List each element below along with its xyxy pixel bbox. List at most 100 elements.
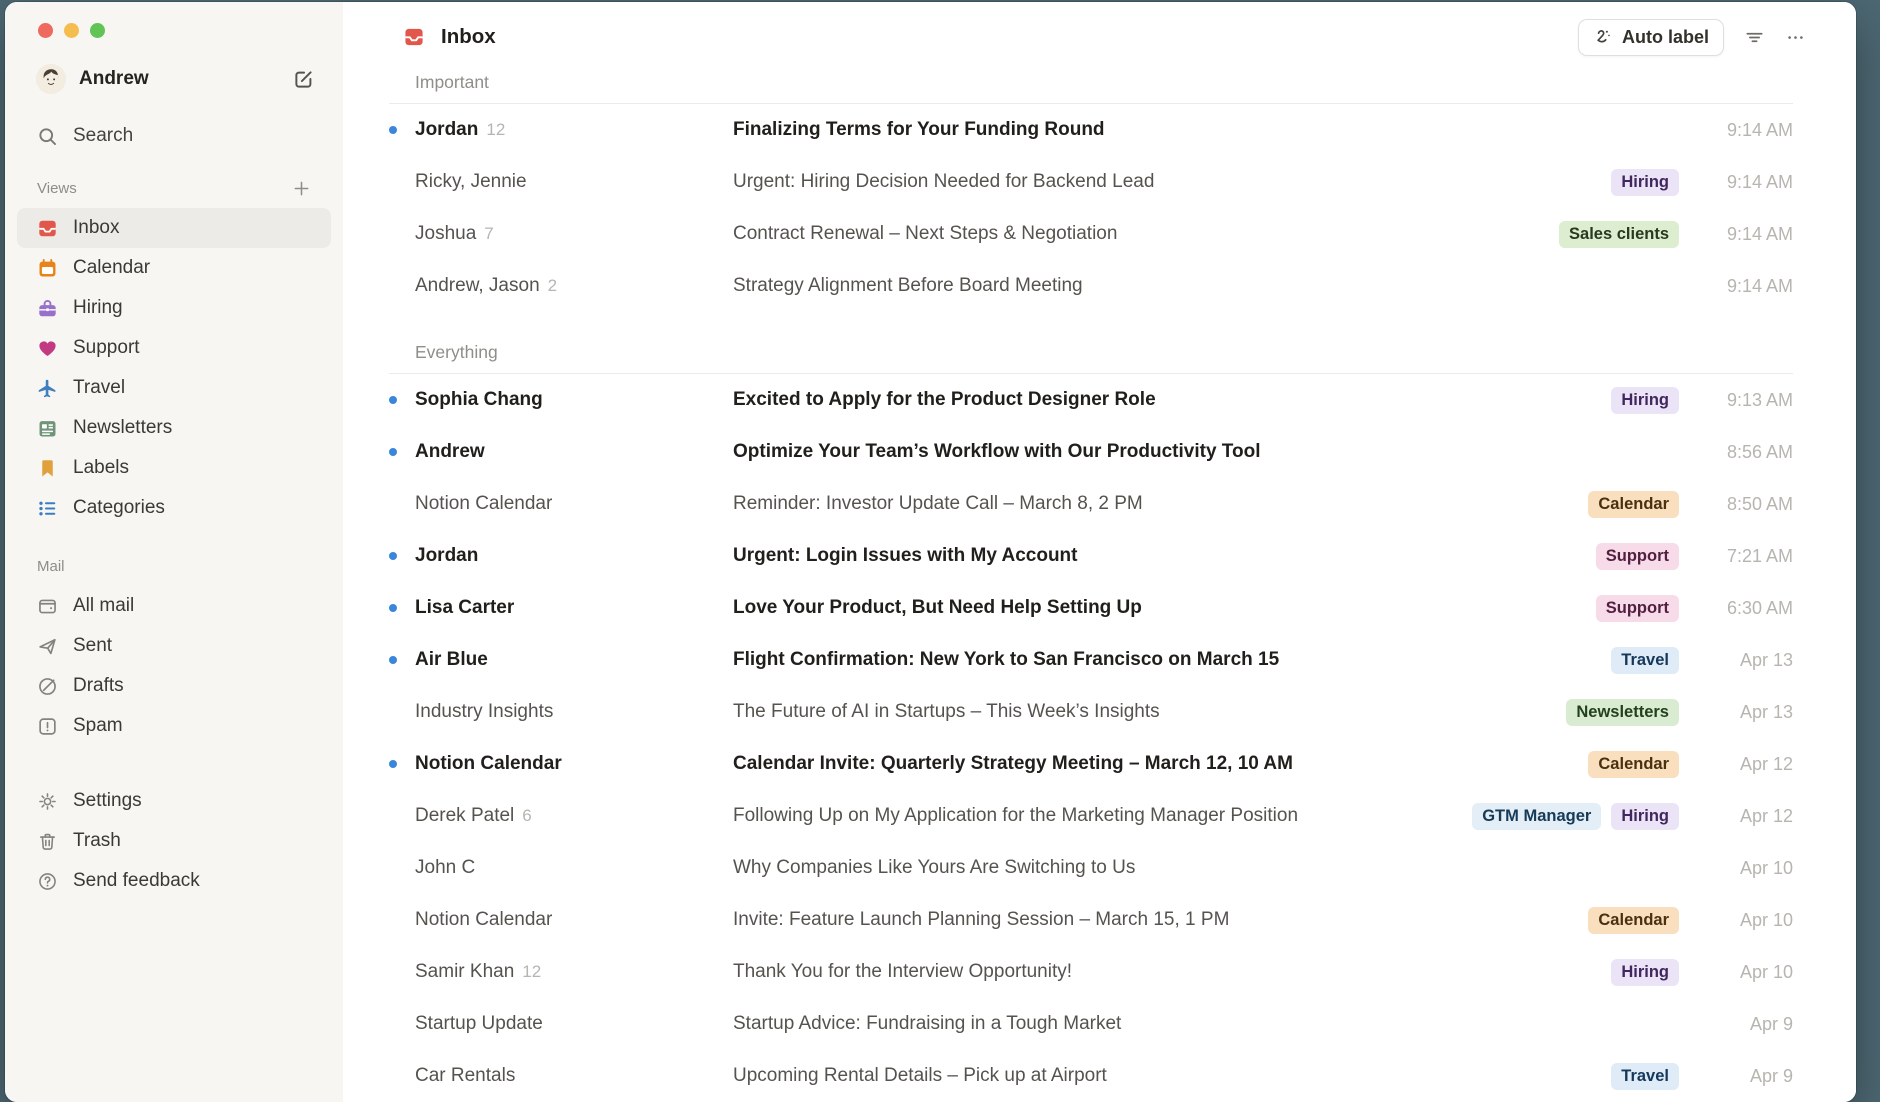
email-subject: Strategy Alignment Before Board Meeting bbox=[733, 275, 1693, 297]
label-badge-calendar[interactable]: Calendar bbox=[1588, 751, 1679, 778]
email-row[interactable]: Andrew, Jason2Strategy Alignment Before … bbox=[389, 260, 1793, 312]
avatar[interactable] bbox=[36, 64, 66, 94]
sidebar-item-newsletters[interactable]: Newsletters bbox=[17, 408, 331, 448]
label-badge-hiring[interactable]: Hiring bbox=[1611, 169, 1679, 196]
sidebar-item-trash[interactable]: Trash bbox=[17, 821, 331, 861]
sidebar-item-sent[interactable]: Sent bbox=[17, 626, 331, 666]
thread-count: 12 bbox=[522, 962, 541, 982]
label-badge-travel[interactable]: Travel bbox=[1611, 1063, 1679, 1090]
unread-dot bbox=[389, 126, 397, 134]
unread-dot-column bbox=[389, 552, 415, 560]
label-badge-hiring[interactable]: Hiring bbox=[1611, 803, 1679, 830]
sidebar-item-labels[interactable]: Labels bbox=[17, 448, 331, 488]
sidebar-item-support[interactable]: Support bbox=[17, 328, 331, 368]
label-badge-travel[interactable]: Travel bbox=[1611, 647, 1679, 674]
label-badges: Calendar bbox=[1588, 491, 1679, 518]
sender-name: Ricky, Jennie bbox=[415, 171, 527, 193]
filter-icon[interactable] bbox=[1744, 27, 1765, 48]
sender-name: Notion Calendar bbox=[415, 493, 552, 515]
label-badge-support[interactable]: Support bbox=[1596, 595, 1679, 622]
email-time: 9:14 AM bbox=[1693, 172, 1793, 193]
email-row[interactable]: Startup UpdateStartup Advice: Fundraisin… bbox=[389, 998, 1793, 1050]
label-badge-support[interactable]: Support bbox=[1596, 543, 1679, 570]
list-icon bbox=[37, 498, 58, 519]
email-row[interactable]: Jordan Urgent: Login Issues with My Accou… bbox=[389, 530, 1793, 582]
email-sender: Jordan12 bbox=[415, 119, 733, 141]
sidebar-item-calendar[interactable]: Calendar bbox=[17, 248, 331, 288]
email-time: Apr 9 bbox=[1693, 1014, 1793, 1035]
spam-icon bbox=[37, 716, 58, 737]
zoom-window-button[interactable] bbox=[90, 23, 105, 38]
unread-dot-column bbox=[389, 656, 415, 664]
sidebar-item-label: Drafts bbox=[73, 675, 124, 697]
sidebar-item-inbox[interactable]: Inbox bbox=[17, 208, 331, 248]
window-controls bbox=[5, 2, 343, 38]
more-icon[interactable] bbox=[1785, 27, 1806, 48]
sidebar-item-settings[interactable]: Settings bbox=[17, 781, 331, 821]
minimize-window-button[interactable] bbox=[64, 23, 79, 38]
label-badge-sales-clients[interactable]: Sales clients bbox=[1559, 221, 1679, 248]
views-header-label: Views bbox=[37, 180, 77, 197]
email-row[interactable]: Air BlueFlight Confirmation: New York to… bbox=[389, 634, 1793, 686]
email-row[interactable]: Derek Patel6Following Up on My Applicati… bbox=[389, 790, 1793, 842]
email-row[interactable]: Ricky, JennieUrgent: Hiring Decision Nee… bbox=[389, 156, 1793, 208]
sidebar-item-hiring[interactable]: Hiring bbox=[17, 288, 331, 328]
email-row[interactable]: Jordan12Finalizing Terms for Your Fundin… bbox=[389, 104, 1793, 156]
email-row[interactable]: Notion Calendar Invite: Feature Launch Pl… bbox=[389, 894, 1793, 946]
email-sender: Joshua7 bbox=[415, 223, 733, 245]
label-badge-gtm-manager[interactable]: GTM Manager bbox=[1472, 803, 1601, 830]
section-title: Important bbox=[415, 72, 1793, 93]
compose-icon[interactable] bbox=[292, 68, 315, 91]
mail-header-label: Mail bbox=[37, 558, 65, 575]
sidebar-item-send-feedback[interactable]: Send feedback bbox=[17, 861, 331, 901]
email-row[interactable]: AndrewOptimize Your Team’s Workflow with… bbox=[389, 426, 1793, 478]
email-row[interactable]: Car RentalsUpcoming Rental Details – Pic… bbox=[389, 1050, 1793, 1102]
email-row[interactable]: Lisa CarterLove Your Product, But Need H… bbox=[389, 582, 1793, 634]
auto-label-button-label: Auto label bbox=[1622, 27, 1709, 48]
label-badge-calendar[interactable]: Calendar bbox=[1588, 491, 1679, 518]
search-button[interactable]: Search bbox=[17, 116, 331, 156]
close-window-button[interactable] bbox=[38, 23, 53, 38]
sidebar-item-spam[interactable]: Spam bbox=[17, 706, 331, 746]
briefcase-icon bbox=[37, 298, 58, 319]
heart-icon bbox=[37, 338, 58, 359]
email-time: 9:13 AM bbox=[1693, 390, 1793, 411]
sender-name: Andrew, Jason bbox=[415, 275, 540, 297]
label-badge-hiring[interactable]: Hiring bbox=[1611, 959, 1679, 986]
sidebar-item-drafts[interactable]: Drafts bbox=[17, 666, 331, 706]
label-badges: GTM Manager Hiring bbox=[1472, 803, 1679, 830]
email-sender: Startup Update bbox=[415, 1013, 733, 1035]
email-row[interactable]: Notion CalendarCalendar Invite: Quarterl… bbox=[389, 738, 1793, 790]
unread-dot-column bbox=[389, 126, 415, 134]
auto-label-button[interactable]: Auto label bbox=[1578, 19, 1724, 56]
email-row[interactable]: Joshua7Contract Renewal – Next Steps & N… bbox=[389, 208, 1793, 260]
newspaper-icon bbox=[37, 418, 58, 439]
sidebar-item-label: Calendar bbox=[73, 257, 150, 279]
sidebar-item-all-mail[interactable]: All mail bbox=[17, 586, 331, 626]
email-row[interactable]: John CWhy Companies Like Yours Are Switc… bbox=[389, 842, 1793, 894]
sender-name: Air Blue bbox=[415, 649, 488, 671]
email-row[interactable]: Notion CalendarReminder: Investor Update… bbox=[389, 478, 1793, 530]
email-row[interactable]: Sophia ChangExcited to Apply for the Pro… bbox=[389, 374, 1793, 426]
label-badge-calendar[interactable]: Calendar bbox=[1588, 907, 1679, 934]
sidebar-item-categories[interactable]: Categories bbox=[17, 488, 331, 528]
email-row[interactable]: Industry InsightsThe Future of AI in Sta… bbox=[389, 686, 1793, 738]
email-subject: Contract Renewal – Next Steps & Negotiat… bbox=[733, 223, 1543, 245]
email-subject: Urgent: Login Issues with My Account bbox=[733, 545, 1580, 567]
sender-name: Jordan bbox=[415, 545, 478, 567]
label-badge-hiring[interactable]: Hiring bbox=[1611, 387, 1679, 414]
sidebar-footer-list: SettingsTrashSend feedback bbox=[5, 781, 343, 901]
email-subject: Invite: Feature Launch Planning Session … bbox=[733, 909, 1572, 931]
label-badge-newsletters[interactable]: Newsletters bbox=[1566, 699, 1679, 726]
email-row[interactable]: Samir Khan12Thank You for the Interview … bbox=[389, 946, 1793, 998]
sender-name: Industry Insights bbox=[415, 701, 553, 723]
sidebar-item-travel[interactable]: Travel bbox=[17, 368, 331, 408]
views-section-header: Views bbox=[17, 176, 331, 200]
sender-name: John C bbox=[415, 857, 475, 879]
email-sender: Industry Insights bbox=[415, 701, 733, 723]
email-time: Apr 12 bbox=[1693, 806, 1793, 827]
add-view-icon[interactable] bbox=[292, 179, 311, 198]
email-section-important: Important Jordan12Finalizing Terms for Yo… bbox=[389, 72, 1793, 312]
sender-name: Notion Calendar bbox=[415, 909, 552, 931]
email-sender: Notion Calendar bbox=[415, 753, 733, 775]
